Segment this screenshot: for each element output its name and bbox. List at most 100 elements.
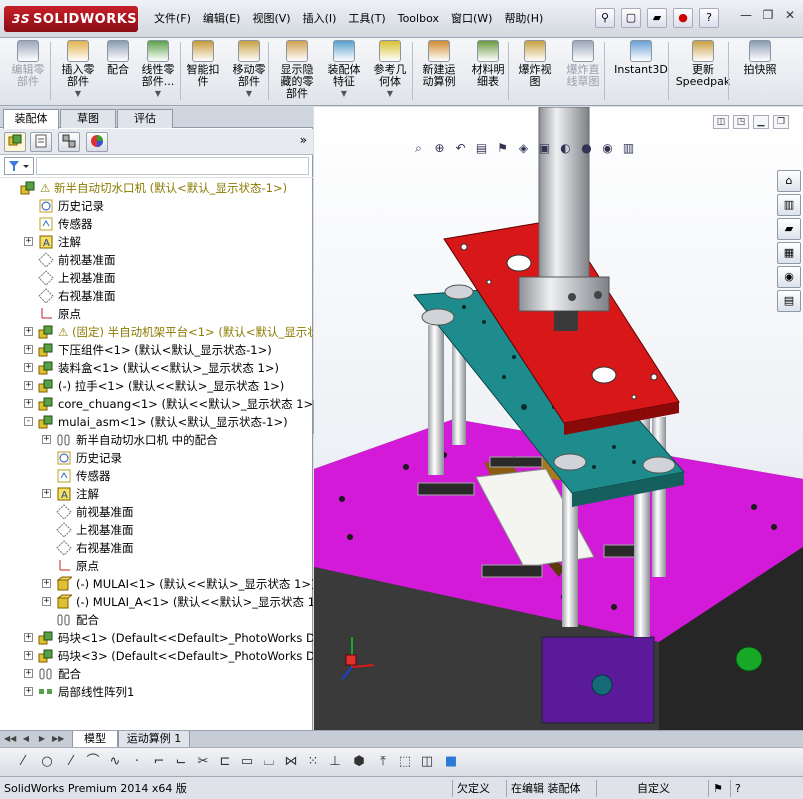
- configuration-manager-icon[interactable]: [58, 132, 80, 152]
- dropdown-arrow-icon[interactable]: ▼: [322, 88, 366, 100]
- display-manager-icon[interactable]: [86, 132, 108, 152]
- chamfer-icon[interactable]: ⌐: [150, 753, 168, 771]
- display-style-icon[interactable]: ▣: [535, 139, 554, 157]
- ribbon-button-13[interactable]: Instant3D: [610, 40, 672, 102]
- custom-properties-icon[interactable]: ▤: [777, 290, 801, 312]
- expand-icon[interactable]: +: [42, 579, 51, 588]
- tree-item[interactable]: 历史记录: [0, 197, 313, 215]
- doc-cascade-icon[interactable]: ◳: [733, 115, 749, 129]
- tree-item[interactable]: + 码块<3> (Default<<Default>_PhotoWorks Dis…: [0, 647, 313, 665]
- property-manager-icon[interactable]: [30, 132, 52, 152]
- expand-icon[interactable]: +: [24, 237, 33, 246]
- filter-button[interactable]: [4, 157, 34, 175]
- ribbon-button-6[interactable]: 显示隐 藏的零 部件: [274, 40, 320, 102]
- tree-item[interactable]: + A 注解: [0, 233, 313, 251]
- view-orientation-icon[interactable]: ◈: [514, 139, 533, 157]
- resources-icon[interactable]: ⌂: [777, 170, 801, 192]
- doc-tile-icon[interactable]: ◫: [713, 115, 729, 129]
- ribbon-button-2[interactable]: 配合: [102, 40, 134, 102]
- collapse-icon[interactable]: -: [24, 417, 33, 426]
- tree-item[interactable]: + ⚠ (固定) 半自动机架平台<1> (默认<默认_显示状: [0, 323, 313, 341]
- shaded-view-icon[interactable]: ■: [442, 753, 460, 771]
- expand-icon[interactable]: +: [24, 327, 33, 336]
- tree-item[interactable]: 上视基准面: [0, 269, 313, 287]
- tree-item[interactable]: + (-) 拉手<1> (默认<<默认>_显示状态 1>): [0, 377, 313, 395]
- menu-view[interactable]: 视图(V): [246, 8, 296, 30]
- fillet-icon[interactable]: ⌙: [172, 753, 190, 771]
- tree-item[interactable]: 原点: [0, 305, 313, 323]
- point-icon[interactable]: ·: [128, 753, 146, 771]
- expand-icon[interactable]: +: [42, 435, 51, 444]
- tab-assembly[interactable]: 装配体: [3, 109, 59, 129]
- first-tab-arrow-icon[interactable]: ◀◀: [4, 733, 16, 745]
- next-tab-arrow-icon[interactable]: ▶: [36, 733, 48, 745]
- expand-icon[interactable]: +: [42, 489, 51, 498]
- design-library-icon[interactable]: ▥: [777, 194, 801, 216]
- tab-evaluate[interactable]: 评估: [117, 109, 173, 128]
- circle-icon[interactable]: ○: [38, 753, 56, 771]
- file-explorer-icon[interactable]: ▰: [777, 218, 801, 240]
- tree-item[interactable]: + 下压组件<1> (默认<默认_显示状态-1>): [0, 341, 313, 359]
- ribbon-button-11[interactable]: 爆炸视 图: [512, 40, 558, 102]
- relation-icon[interactable]: ⊥: [326, 753, 344, 771]
- expand-icon[interactable]: +: [24, 399, 33, 408]
- tree-item[interactable]: + (-) MULAI<1> (默认<<默认>_显示状态 1>): [0, 575, 313, 593]
- ribbon-button-4[interactable]: 智能扣 件: [182, 40, 224, 102]
- spline-icon[interactable]: ∿: [106, 753, 124, 771]
- box-select-icon[interactable]: ⬚: [396, 753, 414, 771]
- apply-scene-icon[interactable]: ◉: [598, 139, 617, 157]
- help-icon[interactable]: ?: [699, 8, 719, 28]
- close-icon[interactable]: ✕: [781, 8, 799, 24]
- ribbon-button-7[interactable]: 装配体 特征 ▼: [322, 40, 366, 102]
- tree-item[interactable]: 右视基准面: [0, 287, 313, 305]
- ribbon-button-15[interactable]: 拍快照: [734, 40, 786, 102]
- appearances-icon[interactable]: ◉: [777, 266, 801, 288]
- move-entity-icon[interactable]: ⤒: [374, 753, 392, 771]
- new-document-icon[interactable]: ▢: [621, 8, 641, 28]
- ribbon-button-12[interactable]: 爆炸直 线草图: [560, 40, 606, 102]
- view-palette-icon[interactable]: ▦: [777, 242, 801, 264]
- line-icon[interactable]: ⁄: [14, 753, 32, 771]
- menu-window[interactable]: 窗口(W): [445, 8, 498, 30]
- minimize-icon[interactable]: —: [737, 8, 755, 24]
- trim-icon[interactable]: ✂: [194, 753, 212, 771]
- status-help-icon[interactable]: ?: [730, 780, 750, 797]
- tree-item[interactable]: + 局部线性阵列1: [0, 683, 313, 701]
- hide-show-items-icon[interactable]: ◐: [556, 139, 575, 157]
- open-folder-icon[interactable]: ▰: [647, 8, 667, 28]
- restore-icon[interactable]: ❐: [759, 8, 777, 24]
- tree-item[interactable]: ⚠ 新半自动切水口机 (默认<默认_显示状态-1>): [0, 179, 313, 197]
- tree-item[interactable]: + 码块<1> (Default<<Default>_PhotoWorks Dis…: [0, 629, 313, 647]
- doc-restore-icon[interactable]: ❐: [773, 115, 789, 129]
- expand-icon[interactable]: +: [24, 687, 33, 696]
- menu-help[interactable]: 帮助(H): [498, 8, 549, 30]
- zoom-to-fit-icon[interactable]: ⌕: [409, 139, 428, 157]
- ribbon-button-14[interactable]: 更新 Speedpak: [674, 40, 732, 102]
- tree-item[interactable]: 配合: [0, 611, 313, 629]
- ribbon-button-8[interactable]: 参考几 何体 ▼: [368, 40, 412, 102]
- filter-input[interactable]: [36, 157, 309, 175]
- expand-icon[interactable]: +: [24, 651, 33, 660]
- corner-rect-icon[interactable]: ▭: [238, 753, 256, 771]
- last-tab-arrow-icon[interactable]: ▶▶: [52, 733, 64, 745]
- menu-file[interactable]: 文件(F): [148, 8, 197, 30]
- ribbon-button-10[interactable]: 材料明 细表: [466, 40, 510, 102]
- prev-tab-arrow-icon[interactable]: ◀: [20, 733, 32, 745]
- tab-sketch[interactable]: 草图: [60, 109, 116, 128]
- ribbon-button-5[interactable]: 移动零 部件 ▼: [226, 40, 272, 102]
- menu-insert[interactable]: 插入(I): [297, 8, 343, 30]
- dropdown-arrow-icon[interactable]: ▼: [136, 88, 180, 100]
- tree-item[interactable]: + (-) MULAI_A<1> (默认<<默认>_显示状态 1>): [0, 593, 313, 611]
- dropdown-arrow-icon[interactable]: ▼: [226, 88, 272, 100]
- expand-icon[interactable]: +: [24, 345, 33, 354]
- view-settings-icon[interactable]: ▥: [619, 139, 638, 157]
- pin-icon[interactable]: ⚲: [595, 8, 615, 28]
- status-rebuild-icon[interactable]: ⚑: [708, 780, 728, 797]
- edit-appearance-icon[interactable]: ●: [577, 139, 596, 157]
- ribbon-button-9[interactable]: 新建运 动算例: [414, 40, 464, 102]
- graphics-area[interactable]: ⌕ ⊕ ↶ ▤ ⚑ ◈ ▣ ◐ ● ◉ ▥ ◫ ◳ ▁ ❐ ⌂ ▥ ▰ ▦ ◉ …: [314, 107, 803, 730]
- tree-item[interactable]: 前视基准面: [0, 503, 313, 521]
- tree-item[interactable]: 历史记录: [0, 449, 313, 467]
- section-view-icon[interactable]: ▤: [472, 139, 491, 157]
- solidworks-logo[interactable]: 3S SOLIDWORKS: [4, 6, 138, 32]
